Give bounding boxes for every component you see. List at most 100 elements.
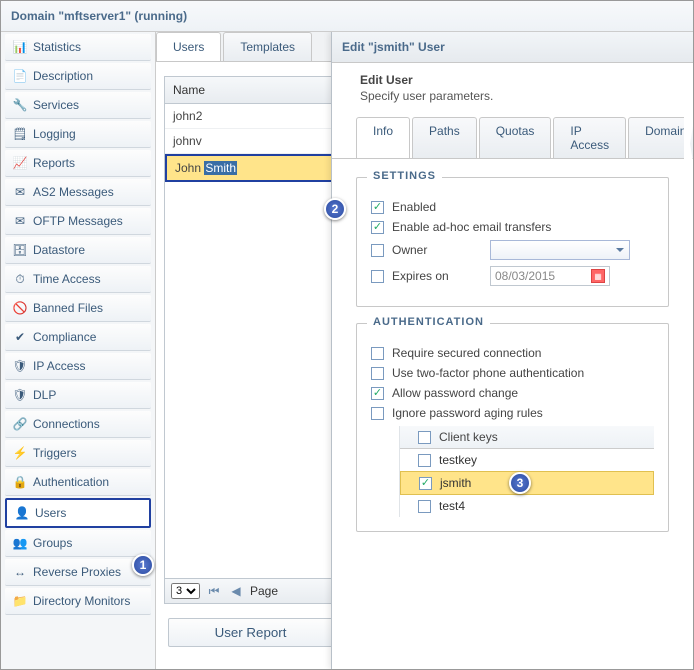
callout-3: 3 bbox=[509, 472, 531, 494]
sidebar-item-description[interactable]: 📄Description bbox=[5, 63, 151, 90]
sidebar-item-label: Groups bbox=[33, 536, 143, 550]
client-key-row[interactable]: testkey bbox=[400, 449, 654, 471]
sidebar-item-label: Users bbox=[35, 506, 141, 520]
sidebar-icon: 🗒 bbox=[13, 127, 27, 141]
req-secured-checkbox[interactable] bbox=[371, 347, 384, 360]
owner-select[interactable] bbox=[490, 240, 630, 260]
client-key-checkbox[interactable] bbox=[418, 454, 431, 467]
torn-edge-decoration bbox=[684, 72, 693, 669]
first-page-icon[interactable]: ⏮ bbox=[206, 583, 222, 599]
enabled-checkbox[interactable] bbox=[371, 201, 384, 214]
sidebar-item-time-access[interactable]: ⏱ Time Access bbox=[5, 266, 151, 293]
tab-templates[interactable]: Templates bbox=[223, 32, 312, 61]
sidebar-item-label: Services bbox=[33, 98, 143, 112]
sidebar-item-label: Time Access bbox=[33, 272, 143, 286]
sidebar-icon: 🚫 bbox=[13, 301, 27, 315]
sidebar-icon: ⏱ bbox=[13, 272, 27, 286]
owner-label: Owner bbox=[392, 243, 482, 257]
client-key-checkbox[interactable] bbox=[418, 500, 431, 513]
sidebar-item-as2-messages[interactable]: ✉AS2 Messages bbox=[5, 179, 151, 206]
sidebar-item-users[interactable]: 👤 Users bbox=[5, 498, 151, 528]
client-key-label: testkey bbox=[439, 453, 477, 467]
dialog-tabs: InfoPathsQuotasIP AccessDomain bbox=[332, 107, 693, 159]
client-key-row[interactable]: jsmith 3 bbox=[400, 471, 654, 495]
edit-user-dialog: Edit "jsmith" User Edit User Specify use… bbox=[331, 32, 693, 669]
table-row-selected[interactable]: John Smith bbox=[165, 154, 336, 182]
sidebar-item-banned-files[interactable]: 🚫 Banned Files bbox=[5, 295, 151, 322]
sidebar-item-label: Logging bbox=[33, 127, 143, 141]
sidebar-item-label: Triggers bbox=[33, 446, 143, 460]
client-key-label: test4 bbox=[439, 499, 465, 513]
expires-checkbox[interactable] bbox=[371, 270, 384, 283]
settings-fieldset: SETTINGS Enabled Enable ad-hoc email tra… bbox=[356, 177, 669, 307]
page-label: Page bbox=[250, 584, 278, 598]
expires-date-input[interactable]: 08/03/2015▦ bbox=[490, 266, 610, 286]
user-report-button[interactable]: User Report bbox=[168, 618, 333, 647]
expires-label: Expires on bbox=[392, 269, 482, 283]
adhoc-checkbox[interactable] bbox=[371, 221, 384, 234]
client-keys-toggle[interactable] bbox=[418, 431, 431, 444]
table-row[interactable]: john2 bbox=[165, 104, 336, 129]
sidebar-icon: ⚡ bbox=[13, 446, 27, 460]
sidebar-icon: ✔ bbox=[13, 330, 27, 344]
dialog-tab-ip-access[interactable]: IP Access bbox=[553, 117, 626, 158]
page-title: Domain "mftserver1" (running) bbox=[1, 1, 693, 32]
sidebar-icon: 🔧 bbox=[13, 98, 27, 112]
sidebar-item-ip-access[interactable]: 🛡IP Access bbox=[5, 353, 151, 380]
sidebar-item-label: Datastore bbox=[33, 243, 143, 257]
tab-users[interactable]: Users bbox=[156, 32, 221, 61]
sidebar-item-services[interactable]: 🔧 Services bbox=[5, 92, 151, 119]
sidebar-item-oftp-messages[interactable]: ✉OFTP Messages bbox=[5, 208, 151, 235]
sidebar-item-groups[interactable]: 👥 Groups bbox=[5, 530, 151, 557]
sidebar-item-label: Compliance bbox=[33, 330, 143, 344]
sidebar-item-reports[interactable]: 📈Reports bbox=[5, 150, 151, 177]
sidebar-icon: 👥 bbox=[13, 536, 27, 550]
sidebar-item-reverse-proxies[interactable]: ↔ Reverse Proxies bbox=[5, 559, 151, 586]
page-size-select[interactable]: 3 bbox=[171, 583, 200, 599]
sidebar-icon: 👤 bbox=[15, 506, 29, 520]
sidebar-item-directory-monitors[interactable]: 📁Directory Monitors bbox=[5, 588, 151, 615]
sidebar-item-label: AS2 Messages bbox=[33, 185, 143, 199]
allow-pw-checkbox[interactable] bbox=[371, 387, 384, 400]
sidebar-icon: 📊 bbox=[13, 40, 27, 54]
ignore-aging-checkbox[interactable] bbox=[371, 407, 384, 420]
dialog-tab-domain[interactable]: Domain bbox=[628, 117, 693, 158]
sidebar-icon: 📄 bbox=[13, 69, 27, 83]
two-factor-checkbox[interactable] bbox=[371, 367, 384, 380]
sidebar-item-label: Directory Monitors bbox=[33, 594, 143, 608]
sidebar-item-label: Banned Files bbox=[33, 301, 143, 315]
client-key-row[interactable]: test4 bbox=[400, 495, 654, 517]
client-key-label: jsmith bbox=[440, 476, 471, 490]
client-key-checkbox[interactable] bbox=[419, 477, 432, 490]
prev-page-icon[interactable]: ◀ bbox=[228, 583, 244, 599]
sidebar-icon: 🔗 bbox=[13, 417, 27, 431]
sidebar-item-dlp[interactable]: 🛡 DLP bbox=[5, 382, 151, 409]
enabled-label: Enabled bbox=[392, 200, 436, 214]
sidebar-item-compliance[interactable]: ✔ Compliance bbox=[5, 324, 151, 351]
sidebar-item-datastore[interactable]: 🗄Datastore bbox=[5, 237, 151, 264]
dialog-tab-info[interactable]: Info bbox=[356, 117, 410, 158]
sidebar-item-authentication[interactable]: 🔒Authentication bbox=[5, 469, 151, 496]
sidebar-item-label: DLP bbox=[33, 388, 143, 402]
settings-legend: SETTINGS bbox=[367, 170, 442, 182]
grid-header-name[interactable]: Name bbox=[165, 77, 336, 104]
owner-checkbox[interactable] bbox=[371, 244, 384, 257]
table-row[interactable]: johnv bbox=[165, 129, 336, 154]
dialog-tab-quotas[interactable]: Quotas bbox=[479, 117, 552, 158]
ignore-aging-label: Ignore password aging rules bbox=[392, 406, 543, 420]
sidebar-item-label: Reports bbox=[33, 156, 143, 170]
calendar-icon[interactable]: ▦ bbox=[591, 269, 605, 283]
sidebar-item-statistics[interactable]: 📊Statistics bbox=[5, 34, 151, 61]
sidebar-item-label: Connections bbox=[33, 417, 143, 431]
auth-fieldset: AUTHENTICATION Require secured connectio… bbox=[356, 323, 669, 532]
dialog-subtitle: Edit User bbox=[360, 73, 679, 87]
dialog-tab-paths[interactable]: Paths bbox=[412, 117, 477, 158]
client-keys-header: Client keys bbox=[439, 430, 498, 444]
sidebar-item-label: Reverse Proxies bbox=[33, 565, 143, 579]
sidebar-item-triggers[interactable]: ⚡ Triggers bbox=[5, 440, 151, 467]
sidebar-item-connections[interactable]: 🔗 Connections bbox=[5, 411, 151, 438]
sidebar-icon: 🛡 bbox=[13, 388, 27, 402]
sidebar: 📊Statistics📄Description 🔧 Services 🗒 Logging… bbox=[1, 32, 156, 669]
sidebar-item-logging[interactable]: 🗒 Logging bbox=[5, 121, 151, 148]
sidebar-icon: ↔ bbox=[13, 565, 27, 579]
